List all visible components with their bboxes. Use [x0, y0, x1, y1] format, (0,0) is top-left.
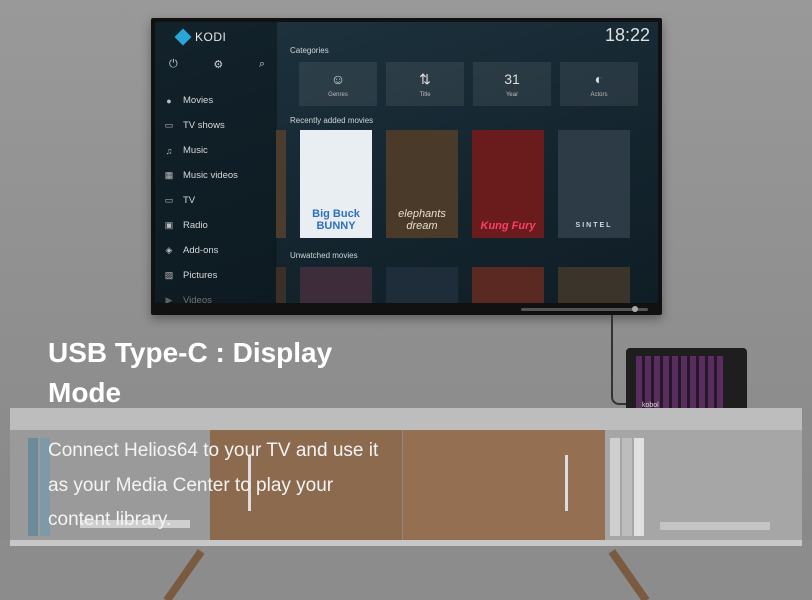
poster-big-buck-bunny[interactable]: Big Buck BUNNY	[300, 130, 372, 238]
masks-icon: ☺	[330, 70, 346, 87]
kodi-menu-item-music-videos[interactable]: ▦ Music videos	[163, 163, 275, 188]
menu-label: Videos	[183, 295, 212, 303]
menu-label: Music	[183, 145, 208, 156]
headline: USB Type-C : Display Mode	[48, 337, 333, 408]
kodi-menu-item-videos[interactable]: ▶ Videos	[163, 288, 275, 303]
sort-az-icon: ⇅	[419, 70, 431, 87]
menu-label: Pictures	[183, 270, 218, 281]
kodi-menu-item-tv-shows[interactable]: ▭ TV shows	[163, 113, 275, 138]
cabinet-handle	[565, 455, 568, 511]
cabinet-door-right	[403, 430, 605, 544]
menu-label: Add-ons	[183, 245, 219, 256]
kodi-menu-item-radio[interactable]: ▣ Radio	[163, 213, 275, 238]
tv-icon: ▭	[164, 195, 174, 205]
poster-unwatched[interactable]	[386, 267, 458, 303]
kodi-menu-item-pictures[interactable]: ▨ Pictures	[163, 263, 275, 288]
poster-unwatched[interactable]	[472, 267, 544, 303]
menu-label: Music videos	[183, 170, 238, 181]
category-actors[interactable]: ◐ Actors	[560, 62, 638, 106]
scene: KODI ⏻ ⚙ ⌕ ● Movies ▭ TV shows ♫ Music ▦ Mus…	[0, 0, 812, 600]
poster-kung-fury[interactable]: Kung Fury	[472, 130, 544, 238]
category-year[interactable]: 31 Year	[473, 62, 551, 106]
description: Connect Helios64 to your TV and use it a…	[48, 440, 379, 530]
kodi-menu-item-tv[interactable]: ▭ TV	[163, 188, 275, 213]
kodi-menu-item-music[interactable]: ♫ Music	[163, 138, 275, 163]
poster-unwatched[interactable]	[300, 267, 372, 303]
calendar-icon: 31	[504, 70, 520, 87]
menu-label: Radio	[183, 220, 208, 231]
category-label: Actors	[590, 91, 608, 98]
categories-heading: Categories	[290, 46, 329, 55]
people-icon: ●	[166, 95, 172, 106]
categories-row: ☺ Genres ⇅ Title 31 Year ◐ Actors	[299, 62, 638, 106]
kodi-screen: KODI ⏻ ⚙ ⌕ ● Movies ▭ TV shows ♫ Music ▦ Mus…	[155, 22, 658, 303]
monitor-icon: ▭	[164, 120, 174, 130]
radio-icon: ▣	[164, 220, 174, 230]
tv-stand-bar	[521, 306, 648, 312]
tv-led	[632, 306, 638, 312]
recent-heading: Recently added movies	[290, 116, 374, 125]
poster-stub	[276, 130, 286, 238]
unwatched-posters	[276, 267, 630, 303]
book	[634, 438, 644, 536]
menu-label: Movies	[183, 95, 214, 106]
usb-cable	[611, 315, 627, 405]
category-label: Year	[505, 91, 519, 98]
menu-label: TV shows	[183, 120, 225, 131]
headphones-icon: ♫	[165, 145, 173, 156]
kodi-logo: KODI	[174, 28, 227, 46]
television: KODI ⏻ ⚙ ⌕ ● Movies ▭ TV shows ♫ Music ▦ Mus…	[151, 18, 662, 315]
search-icon[interactable]: ⌕	[259, 58, 265, 71]
image-icon: ▨	[164, 270, 174, 280]
kodi-menu-item-add-ons[interactable]: ◈ Add-ons	[163, 238, 275, 263]
poster-unwatched[interactable]	[558, 267, 630, 303]
book	[610, 438, 620, 536]
floor	[0, 540, 812, 600]
category-genres[interactable]: ☺ Genres	[299, 62, 377, 106]
book-flat	[660, 522, 770, 530]
poster-sintel[interactable]: SINTEL	[558, 130, 630, 238]
poster-elephants-dream[interactable]: elephants dream	[386, 130, 458, 238]
kodi-menu: ● Movies ▭ TV shows ♫ Music ▦ Music videos ▭…	[163, 88, 275, 303]
kodi-menu-item-movies[interactable]: ● Movies	[163, 88, 275, 113]
film-icon: ▦	[164, 170, 174, 180]
power-icon[interactable]: ⏻	[169, 58, 178, 71]
category-label: Title	[419, 91, 431, 98]
kodi-clock: 18:22	[604, 25, 650, 45]
box-icon: ◈	[165, 245, 173, 255]
gear-icon[interactable]: ⚙	[213, 58, 223, 71]
category-label: Genres	[328, 91, 348, 98]
kodi-logo-icon	[174, 28, 192, 46]
unwatched-heading: Unwatched movies	[290, 251, 358, 260]
kodi-toolbar: ⏻ ⚙ ⌕	[169, 58, 265, 71]
kodi-app-name: KODI	[195, 30, 227, 44]
cabinet-base	[10, 540, 802, 546]
recent-posters: Big Buck BUNNY elephants dream Kung Fury…	[276, 130, 630, 238]
menu-label: TV	[183, 195, 196, 206]
video-icon: ▶	[165, 295, 173, 303]
category-title[interactable]: ⇅ Title	[386, 62, 464, 106]
book	[28, 438, 38, 536]
mask-icon: ◐	[594, 70, 604, 87]
poster-stub	[276, 267, 286, 303]
book	[622, 438, 632, 536]
